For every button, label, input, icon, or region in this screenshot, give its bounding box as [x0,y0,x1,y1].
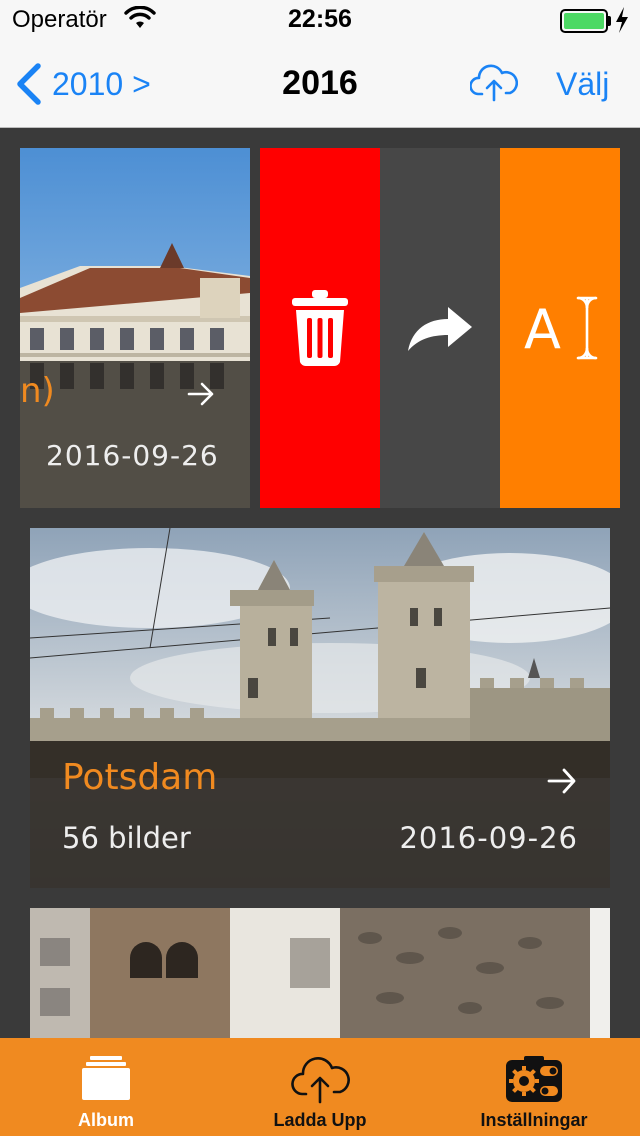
share-button[interactable] [380,148,500,508]
album-card[interactable]: Potsdam 56 bilder 2016-09-26 [30,528,610,888]
tab-label: Ladda Upp [273,1110,367,1130]
album-stack-icon [82,1056,130,1100]
album-cover-photo [30,908,610,1038]
settings-toggle-icon [506,1056,562,1102]
arrow-right-icon[interactable] [186,379,216,409]
album-date: 2016-09-26 [399,821,578,855]
rename-letter: A [524,298,561,361]
arrow-right-icon[interactable] [546,765,578,797]
tab-album[interactable]: Album [46,1038,166,1136]
album-list[interactable]: n) 2016-09-26 A Potsdam 56 bilder 2016-0… [0,128,640,1038]
charging-bolt-icon [616,7,628,33]
navigation-bar: 2010 > 2016 Välj [0,40,640,128]
album-date: 2016-09-26 [46,439,219,472]
album-card[interactable]: n) 2016-09-26 [20,148,250,508]
cloud-upload-icon[interactable] [470,62,518,102]
tab-upload[interactable]: Ladda Upp [248,1038,392,1136]
cloud-upload-icon [291,1057,350,1104]
album-photo-count: 56 bilder [62,821,191,855]
select-button[interactable]: Välj [556,66,609,103]
tab-settings[interactable]: Inställningar [462,1038,606,1136]
trash-icon [292,290,348,367]
battery-icon [560,9,608,33]
album-card[interactable] [30,908,610,1038]
clock: 22:56 [288,5,352,33]
page-title: 2016 [282,64,358,102]
share-arrow-icon [408,307,472,351]
delete-button[interactable] [260,148,380,508]
album-title: n) [20,371,55,411]
tab-bar: Album Ladda Upp Inställningar [0,1038,640,1136]
album-info-overlay: Potsdam 56 bilder 2016-09-26 [30,741,610,888]
tab-label: Inställningar [480,1110,588,1130]
status-bar: Operatör 22:56 [0,0,640,40]
album-title: Potsdam [62,757,218,798]
swipe-actions: A [260,148,620,508]
rename-button[interactable]: A [500,148,620,508]
battery-tip [608,16,611,26]
rename-text-icon: A [524,296,598,361]
album-info-overlay: n) 2016-09-26 [20,361,250,508]
tab-label: Album [78,1110,134,1130]
